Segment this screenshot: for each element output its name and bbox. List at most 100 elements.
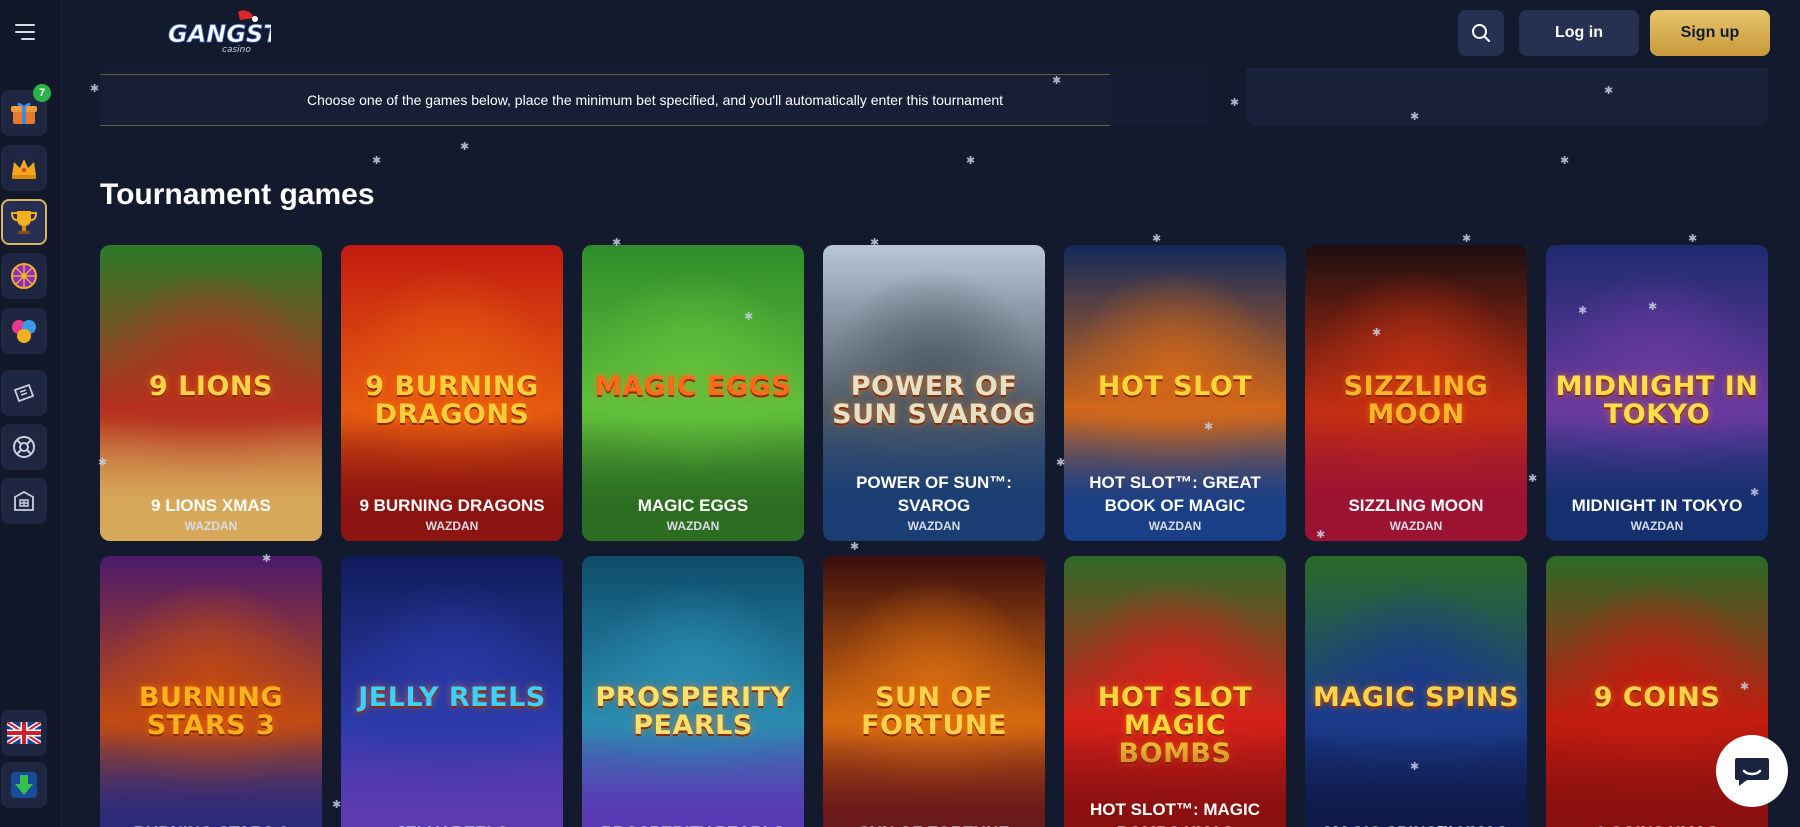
- snowflake-icon: ✱: [372, 155, 382, 167]
- game-card[interactable]: MAGIC SPINS MAGIC SPINS™ XMAS: [1305, 556, 1527, 827]
- download-app-button[interactable]: [1, 762, 47, 808]
- language-selector[interactable]: [1, 710, 47, 756]
- sidebar-item-gifts[interactable]: 7: [1, 84, 51, 136]
- sidebar-item-support[interactable]: [1, 424, 47, 470]
- sidebar-item-vip[interactable]: [1, 145, 47, 191]
- game-info: 9 LIONS XMAS WAZDAN: [100, 421, 322, 541]
- game-name: PROSPERITY PEARLS: [602, 821, 785, 827]
- game-card[interactable]: JELLY REELS JELLY REELS: [341, 556, 563, 827]
- tournament-side-panel: [1246, 68, 1768, 126]
- top-header: GANGSTA casino Log in Sign up: [62, 0, 1800, 68]
- game-logo-art: HOT SLOT: [1097, 371, 1253, 402]
- hamburger-icon: [15, 24, 35, 40]
- game-logo-art: 9 COINS: [1593, 682, 1721, 713]
- game-name: MAGIC SPINS™ XMAS: [1324, 821, 1507, 827]
- game-card[interactable]: HOT SLOT MAGIC BOMBSHOT SLOT™: MAGIC BOM…: [1064, 556, 1286, 827]
- sidebar-item-tickets[interactable]: [1, 370, 47, 416]
- tournament-games-grid: 9 LIONS 9 LIONS XMAS WAZDAN 9 BURNING DRAGO…: [100, 245, 1770, 827]
- store-icon: [14, 490, 34, 511]
- search-button[interactable]: [1458, 10, 1504, 56]
- support-icon: [13, 436, 35, 458]
- game-card[interactable]: MIDNIGHT IN TOKYO MIDNIGHT IN TOKYO WAZDAN: [1546, 245, 1768, 541]
- game-card[interactable]: SUN OF FORTUNESUN OF FORTUNE: [823, 556, 1045, 827]
- game-name: HOT SLOT™: GREAT BOOK OF MAGIC: [1089, 473, 1261, 515]
- sidebar: 7: [0, 0, 62, 827]
- signup-button[interactable]: Sign up: [1650, 10, 1770, 56]
- game-logo-art: MAGIC EGGS: [594, 371, 792, 402]
- chat-bubble-icon: [1735, 758, 1769, 786]
- gift-icon: [11, 102, 37, 124]
- game-logo-art: 9 LIONS: [149, 371, 273, 402]
- game-name: SIZZLING MOON: [1348, 496, 1484, 515]
- game-name: POWER OF SUN™: SVAROG: [856, 473, 1012, 515]
- snowflake-icon: ✱: [1688, 233, 1698, 245]
- game-name: 9 BURNING DRAGONS: [359, 496, 545, 515]
- tournament-instructions: Choose one of the games below, place the…: [100, 74, 1110, 126]
- game-logo-art: MAGIC SPINS: [1313, 682, 1520, 713]
- game-provider: WAZDAN: [1389, 519, 1443, 533]
- game-info: POWER OF SUN™: SVAROG WAZDAN: [823, 421, 1045, 541]
- game-card[interactable]: PROSPERITY PEARLSPROSPERITY PEARLS: [582, 556, 804, 827]
- game-info: MIDNIGHT IN TOKYO WAZDAN: [1546, 421, 1768, 541]
- svg-text:casino: casino: [222, 45, 251, 55]
- game-card[interactable]: POWER OF SUN SVAROG POWER OF SUN™: SVAROG…: [823, 245, 1045, 541]
- game-info: SUN OF FORTUNE: [823, 732, 1045, 827]
- game-info: 9 BURNING DRAGONS WAZDAN: [341, 421, 563, 541]
- snowflake-icon: ✱: [1152, 233, 1162, 245]
- game-info: MAGIC SPINS™ XMAS: [1305, 732, 1527, 827]
- game-provider: WAZDAN: [425, 519, 479, 533]
- sidebar-item-wheel[interactable]: [1, 253, 47, 299]
- svg-text:GANGSTA: GANGSTA: [168, 20, 271, 48]
- game-card[interactable]: SIZZLING MOON SIZZLING MOON WAZDAN: [1305, 245, 1527, 541]
- game-info: MAGIC EGGS WAZDAN: [582, 421, 804, 541]
- login-button[interactable]: Log in: [1519, 10, 1639, 56]
- game-provider: WAZDAN: [1630, 519, 1684, 533]
- trophy-icon: [10, 211, 38, 234]
- sidebar-item-games[interactable]: [1, 308, 47, 354]
- game-info: JELLY REELS: [341, 732, 563, 827]
- snowflake-icon: ✱: [460, 141, 470, 153]
- live-chat-button[interactable]: [1716, 735, 1788, 807]
- game-name: SUN OF FORTUNE: [858, 821, 1009, 827]
- snowflake-icon: ✱: [1560, 155, 1570, 167]
- game-name: BURNING STARS 3: [134, 821, 289, 827]
- game-card[interactable]: 9 LIONS 9 LIONS XMAS WAZDAN: [100, 245, 322, 541]
- game-info: HOT SLOT™: GREAT BOOK OF MAGIC WAZDAN: [1064, 421, 1286, 541]
- game-provider: WAZDAN: [666, 519, 720, 533]
- game-name: MAGIC EGGS: [637, 496, 749, 515]
- menu-button[interactable]: [5, 9, 47, 55]
- game-logo-art: JELLY REELS: [358, 682, 546, 713]
- game-card[interactable]: MAGIC EGGS MAGIC EGGS WAZDAN: [582, 245, 804, 541]
- section-title: Tournament games: [100, 178, 375, 211]
- snowflake-icon: ✱: [1230, 97, 1240, 109]
- game-card[interactable]: 9 BURNING DRAGONS 9 BURNING DRAGONS WAZDAN: [341, 245, 563, 541]
- tickets-icon: [13, 383, 35, 403]
- game-card[interactable]: HOT SLOT HOT SLOT™: GREAT BOOK OF MAGIC WA…: [1064, 245, 1286, 541]
- game-name: 9 LIONS XMAS: [151, 496, 271, 515]
- game-provider: WAZDAN: [1148, 519, 1202, 533]
- game-info: SIZZLING MOON WAZDAN: [1305, 421, 1527, 541]
- game-provider: WAZDAN: [184, 519, 238, 533]
- game-name: 9 COINS XMAS: [1596, 821, 1718, 827]
- snowflake-icon: ✱: [966, 155, 976, 167]
- game-balls-icon: [12, 320, 36, 343]
- notification-badge: 7: [33, 84, 51, 102]
- game-card[interactable]: BURNING STARS 3BURNING STARS 3: [100, 556, 322, 827]
- uk-flag-icon: [7, 722, 41, 744]
- game-info: PROSPERITY PEARLS: [582, 732, 804, 827]
- gangsta-casino-logo[interactable]: GANGSTA casino: [166, 10, 271, 56]
- game-info: BURNING STARS 3: [100, 732, 322, 827]
- game-provider: WAZDAN: [907, 519, 961, 533]
- game-name: JELLY REELS: [396, 821, 508, 827]
- crown-icon: [12, 159, 36, 179]
- snowflake-icon: ✱: [1462, 233, 1472, 245]
- game-name: HOT SLOT™: MAGIC BOMBS XMAS: [1090, 800, 1260, 827]
- search-icon: [1472, 24, 1490, 42]
- sidebar-item-store[interactable]: [1, 478, 47, 524]
- game-info: HOT SLOT™: MAGIC BOMBS XMAS: [1064, 732, 1286, 827]
- snowflake-icon: ✱: [90, 83, 100, 95]
- game-name: MIDNIGHT IN TOKYO: [1571, 496, 1743, 515]
- sidebar-item-tournaments[interactable]: [1, 199, 47, 245]
- wheel-icon: [11, 263, 37, 289]
- download-icon: [11, 772, 37, 798]
